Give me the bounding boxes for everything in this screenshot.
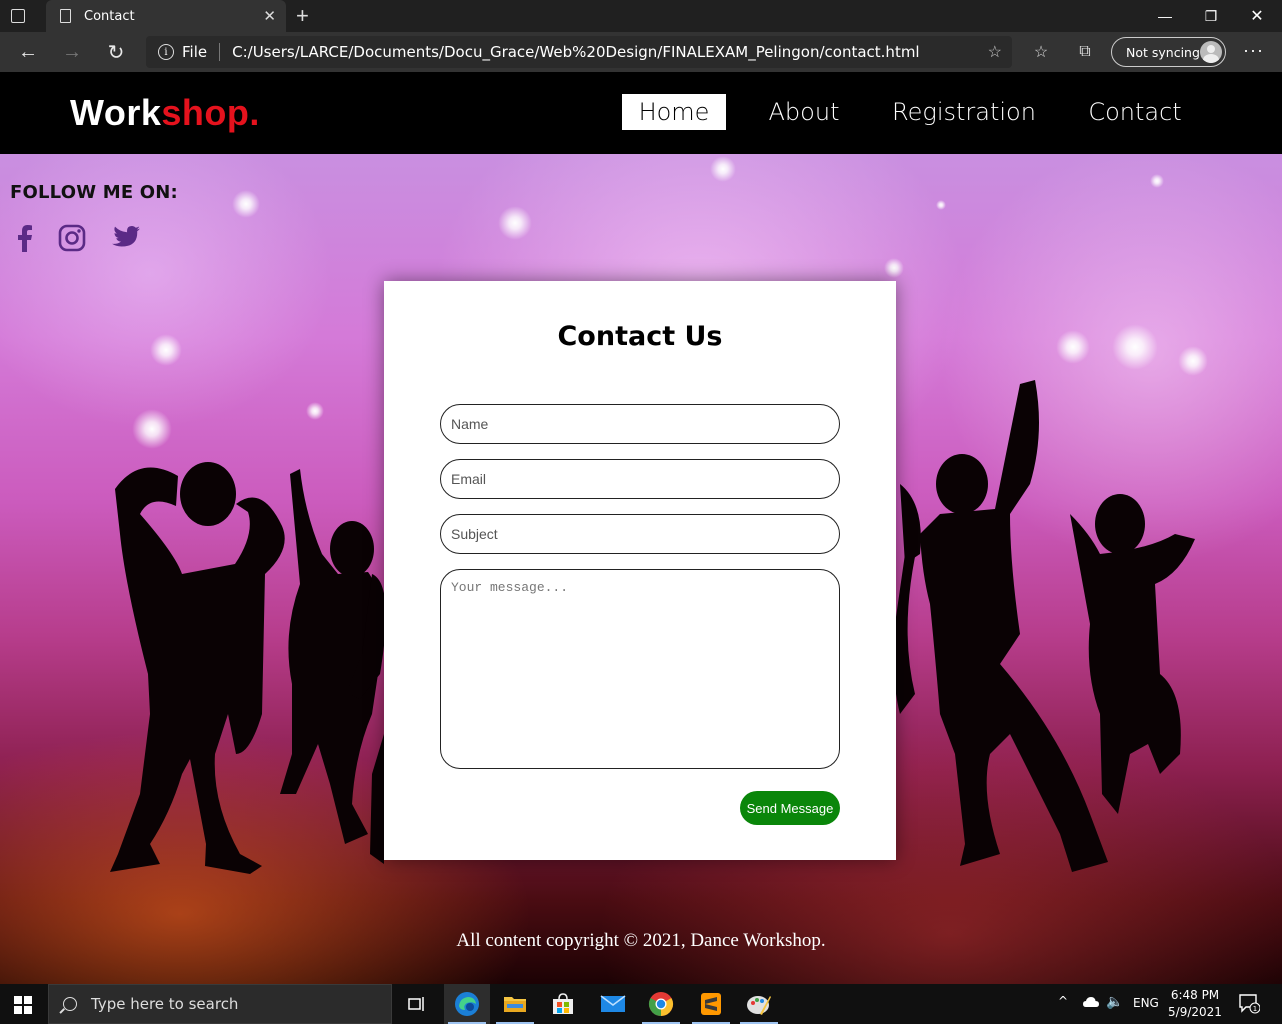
restore-icon[interactable]: ❐	[1188, 0, 1234, 32]
contact-heading: Contact Us	[557, 321, 723, 352]
windows-taskbar: Type here to search ^ 🔈 ENG 6:48 PM 5/9/…	[0, 984, 1282, 1024]
follow-label: FOLLOW ME ON:	[10, 182, 178, 203]
site-logo[interactable]: Workshop.	[70, 92, 260, 134]
onedrive-icon[interactable]	[1082, 996, 1100, 1011]
nav-registration[interactable]: Registration	[890, 94, 1038, 130]
add-favorite-icon[interactable]: ☆	[988, 42, 1002, 62]
tab-title: Contact	[84, 8, 135, 24]
name-input[interactable]	[440, 404, 840, 444]
show-hidden-icons-icon[interactable]: ^	[1058, 994, 1068, 1008]
file-explorer-icon[interactable]	[492, 984, 538, 1024]
tab-actions-icon[interactable]	[8, 6, 28, 26]
nav-about[interactable]: About	[756, 94, 852, 130]
task-view-icon[interactable]	[394, 984, 440, 1024]
notifications-icon[interactable]: 1	[1238, 992, 1261, 1017]
collections-icon[interactable]: ⧉	[1074, 42, 1096, 62]
nav-contact[interactable]: Contact	[1078, 94, 1192, 130]
address-bar[interactable]: i File C:/Users/LARCE/Documents/Docu_Gra…	[146, 36, 1012, 68]
paint-icon[interactable]	[736, 984, 782, 1024]
notification-count: 1	[1253, 1005, 1257, 1013]
refresh-icon[interactable]: ↻	[104, 40, 128, 64]
volume-icon[interactable]: 🔈	[1106, 994, 1123, 1010]
windows-start-icon[interactable]	[14, 996, 32, 1014]
chrome-icon[interactable]	[638, 984, 684, 1024]
contact-form-card: Contact Us Send Message	[384, 281, 896, 860]
address-separator	[219, 43, 221, 61]
sync-label: Not syncing	[1126, 44, 1200, 60]
subject-input[interactable]	[440, 514, 840, 554]
nav-home[interactable]: Home	[622, 94, 726, 130]
search-placeholder: Type here to search	[91, 995, 239, 1013]
send-message-button[interactable]: Send Message	[740, 791, 840, 825]
more-options-icon[interactable]: ···	[1243, 40, 1264, 61]
taskbar-search-box[interactable]: Type here to search	[48, 984, 392, 1024]
address-scheme: File	[182, 43, 208, 61]
footer-copyright: All content copyright © 2021, Dance Work…	[456, 930, 826, 951]
edge-browser-icon[interactable]	[444, 984, 490, 1024]
new-tab-icon[interactable]: +	[296, 3, 309, 29]
facebook-icon[interactable]	[8, 222, 40, 254]
hero-background: FOLLOW ME ON: Contact Us Send Message Al…	[0, 154, 1282, 984]
avatar	[1200, 41, 1222, 63]
browser-tab-bar: Contact ✕ + — ❐ ✕	[0, 0, 1282, 32]
search-icon	[63, 997, 77, 1011]
message-textarea[interactable]	[440, 569, 840, 769]
mail-icon[interactable]	[590, 984, 636, 1024]
browser-tab[interactable]: Contact ✕	[46, 0, 286, 32]
favorites-icon[interactable]: ☆	[1030, 42, 1052, 62]
instagram-icon[interactable]	[56, 222, 88, 254]
clock-date: 5/9/2021	[1168, 1005, 1222, 1019]
browser-toolbar: ← → ↻ i File C:/Users/LARCE/Documents/Do…	[0, 32, 1282, 72]
page-document-icon	[60, 9, 71, 23]
minimize-icon[interactable]: —	[1142, 0, 1188, 32]
clock-time: 6:48 PM	[1170, 988, 1220, 1002]
language-indicator[interactable]: ENG	[1133, 996, 1159, 1010]
forward-icon[interactable]: →	[60, 40, 84, 64]
email-input[interactable]	[440, 459, 840, 499]
close-tab-icon[interactable]: ✕	[263, 7, 276, 25]
sublime-text-icon[interactable]	[688, 984, 734, 1024]
site-header: Workshop. Home About Registration Contac…	[0, 72, 1282, 154]
close-window-icon[interactable]: ✕	[1234, 0, 1280, 32]
back-icon[interactable]: ←	[16, 40, 40, 64]
info-icon[interactable]: i	[158, 44, 174, 60]
address-url[interactable]: C:/Users/LARCE/Documents/Docu_Grace/Web%…	[232, 43, 920, 61]
logo-part-work: Work	[70, 92, 162, 133]
microsoft-store-icon[interactable]	[540, 984, 586, 1024]
taskbar-clock[interactable]: 6:48 PM 5/9/2021	[1160, 987, 1230, 1021]
web-page: Workshop. Home About Registration Contac…	[0, 72, 1282, 984]
logo-part-shop: shop.	[161, 92, 260, 133]
profile-sync-button[interactable]: Not syncing	[1111, 37, 1226, 67]
twitter-icon[interactable]	[110, 222, 142, 254]
